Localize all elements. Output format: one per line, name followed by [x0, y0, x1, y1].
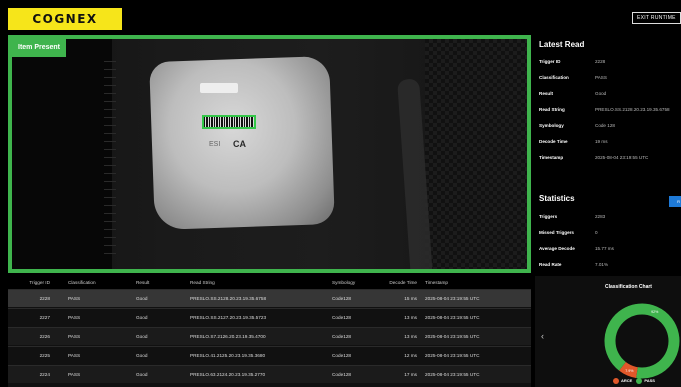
table-cell: PRESLO.63.2124.20.23.19.35.2770 [190, 372, 266, 377]
table-cell: 2227 [39, 315, 50, 320]
table-cell: Good [136, 372, 148, 377]
table-cell: 2025-08-04 23:19:55 UTC [425, 334, 480, 339]
latest-read-classification: Classification PASS [539, 75, 607, 80]
table-cell: PASS [68, 353, 81, 358]
latest-read-title: Latest Read [539, 40, 585, 49]
table-cell: 13 ms [404, 315, 417, 320]
camera-image: ESI CA [12, 39, 527, 269]
col-timestamp[interactable]: Timestamp [421, 276, 511, 289]
table-cell: 2226 [39, 334, 50, 339]
col-symbology[interactable]: Symbology [311, 276, 366, 289]
table-cell: Code128 [332, 372, 352, 377]
table-cell: 2025-08-04 23:19:55 UTC [425, 353, 480, 358]
latest-read-trigger-id: Trigger ID 2228 [539, 59, 606, 64]
table-cell: 15 ms [404, 296, 417, 301]
table-cell: PASS [68, 315, 81, 320]
chart-legend: ARCE PASS [613, 378, 655, 384]
table-cell: PRESLO.S7.2126.20.23.19.35.4700 [190, 334, 266, 339]
table-cell: PASS [68, 334, 81, 339]
col-trigger-id[interactable]: Trigger ID [8, 276, 56, 289]
scale-ruler [104, 61, 116, 261]
table-row[interactable]: 2227 PASS Good PRESLO.SS.2127.20.23.19.35.5… [8, 308, 531, 326]
table-cell: Good [136, 296, 148, 301]
stat-read-rate: Read Rate 7.01% [539, 262, 609, 267]
table-cell: PRESLO.SS.2127.20.23.19.35.5723 [190, 315, 267, 320]
stat-average-decode: Average Decode 15.77 ms [539, 246, 614, 251]
item-present-badge: Item Present [12, 39, 67, 57]
package-text: CA [233, 139, 246, 149]
results-table: Trigger ID Classification Result Read St… [8, 276, 531, 387]
live-image-panel: ESI CA Item Present [8, 35, 531, 273]
col-classification[interactable]: Classification [56, 276, 116, 289]
table-cell: Good [136, 334, 148, 339]
latest-read-timestamp: Timestamp 2025-08-04 23:19:55 UTC [539, 155, 649, 160]
latest-read-string: Read String PRESLO.SS.2128.20.23.19.35.6… [539, 107, 670, 112]
table-cell: PRESLO.41.2125.20.23.19.35.3680 [190, 353, 266, 358]
table-cell: Code128 [332, 334, 352, 339]
decoded-barcode-highlight [202, 115, 256, 129]
stat-triggers: Triggers 2283 [539, 214, 606, 219]
table-row[interactable]: 2225 PASS Good PRESLO.41.2125.20.23.19.35.3… [8, 346, 531, 364]
table-cell: 2025-08-04 23:19:55 UTC [425, 372, 480, 377]
table-cell: 2025-08-04 23:19:55 UTC [425, 315, 480, 320]
top-bar: COGNEX EXIT RUNTIME [0, 0, 681, 30]
cognex-logo: COGNEX [8, 8, 122, 30]
col-decode-time[interactable]: Decode Time [366, 276, 421, 289]
slice-label-arce: 7.9% [625, 369, 634, 373]
slice-label-pass: 92% [651, 310, 659, 314]
table-row[interactable]: 2224 PASS Good PRESLO.63.2124.20.23.19.35.2… [8, 365, 531, 383]
table-cell: Code128 [332, 296, 352, 301]
statistics-panel: Statistics R Triggers 2283 Missed Trigge… [535, 189, 681, 273]
exit-runtime-button[interactable]: EXIT RUNTIME [632, 12, 681, 24]
table-cell: Code128 [332, 315, 352, 320]
stat-missed-triggers: Missed Triggers 0 [539, 230, 598, 235]
latest-read-result: Result Good [539, 91, 607, 96]
latest-read-symbology: Symbology Code 128 [539, 123, 615, 128]
classification-chart-panel: Classification Chart ‹ 7.9% 92% ARCE PASS [535, 276, 681, 387]
table-cell: PASS [68, 296, 81, 301]
table-header: Trigger ID Classification Result Read St… [8, 276, 531, 289]
legend-arce: ARCE [613, 378, 632, 384]
table-cell: PRESLO.SS.2128.20.23.19.35.6758 [190, 296, 267, 301]
table-cell: Good [136, 315, 148, 320]
table-cell: 2224 [39, 372, 50, 377]
latest-read-panel: Latest Read Trigger ID 2228 Classificati… [535, 35, 681, 180]
table-cell: 12 ms [404, 353, 417, 358]
classification-donut: 7.9% 92% [604, 303, 680, 379]
table-cell: 17 ms [404, 372, 417, 377]
table-cell: 2225 [39, 353, 50, 358]
latest-read-decode-time: Decode Time 19 ms [539, 139, 608, 144]
table-cell: Code128 [332, 353, 352, 358]
table-cell: 13 ms [404, 334, 417, 339]
slice-pass [604, 303, 680, 379]
reset-statistics-button[interactable]: R [669, 196, 681, 207]
table-cell: Good [136, 353, 148, 358]
statistics-title: Statistics [539, 194, 575, 203]
package-label [200, 83, 238, 93]
table-cell: 2025-08-04 23:19:55 UTC [425, 296, 480, 301]
col-read-string[interactable]: Read String [166, 276, 311, 289]
table-cell: PASS [68, 372, 81, 377]
table-row[interactable]: 2226 PASS Good PRESLO.S7.2126.20.23.19.35.4… [8, 327, 531, 345]
col-result[interactable]: Result [116, 276, 166, 289]
legend-pass: PASS [636, 378, 655, 384]
table-row[interactable]: 2228 PASS Good PRESLO.SS.2128.20.23.19.35.6… [8, 289, 531, 307]
package-sub-text: ESI [209, 141, 221, 148]
table-cell: 2228 [39, 296, 50, 301]
